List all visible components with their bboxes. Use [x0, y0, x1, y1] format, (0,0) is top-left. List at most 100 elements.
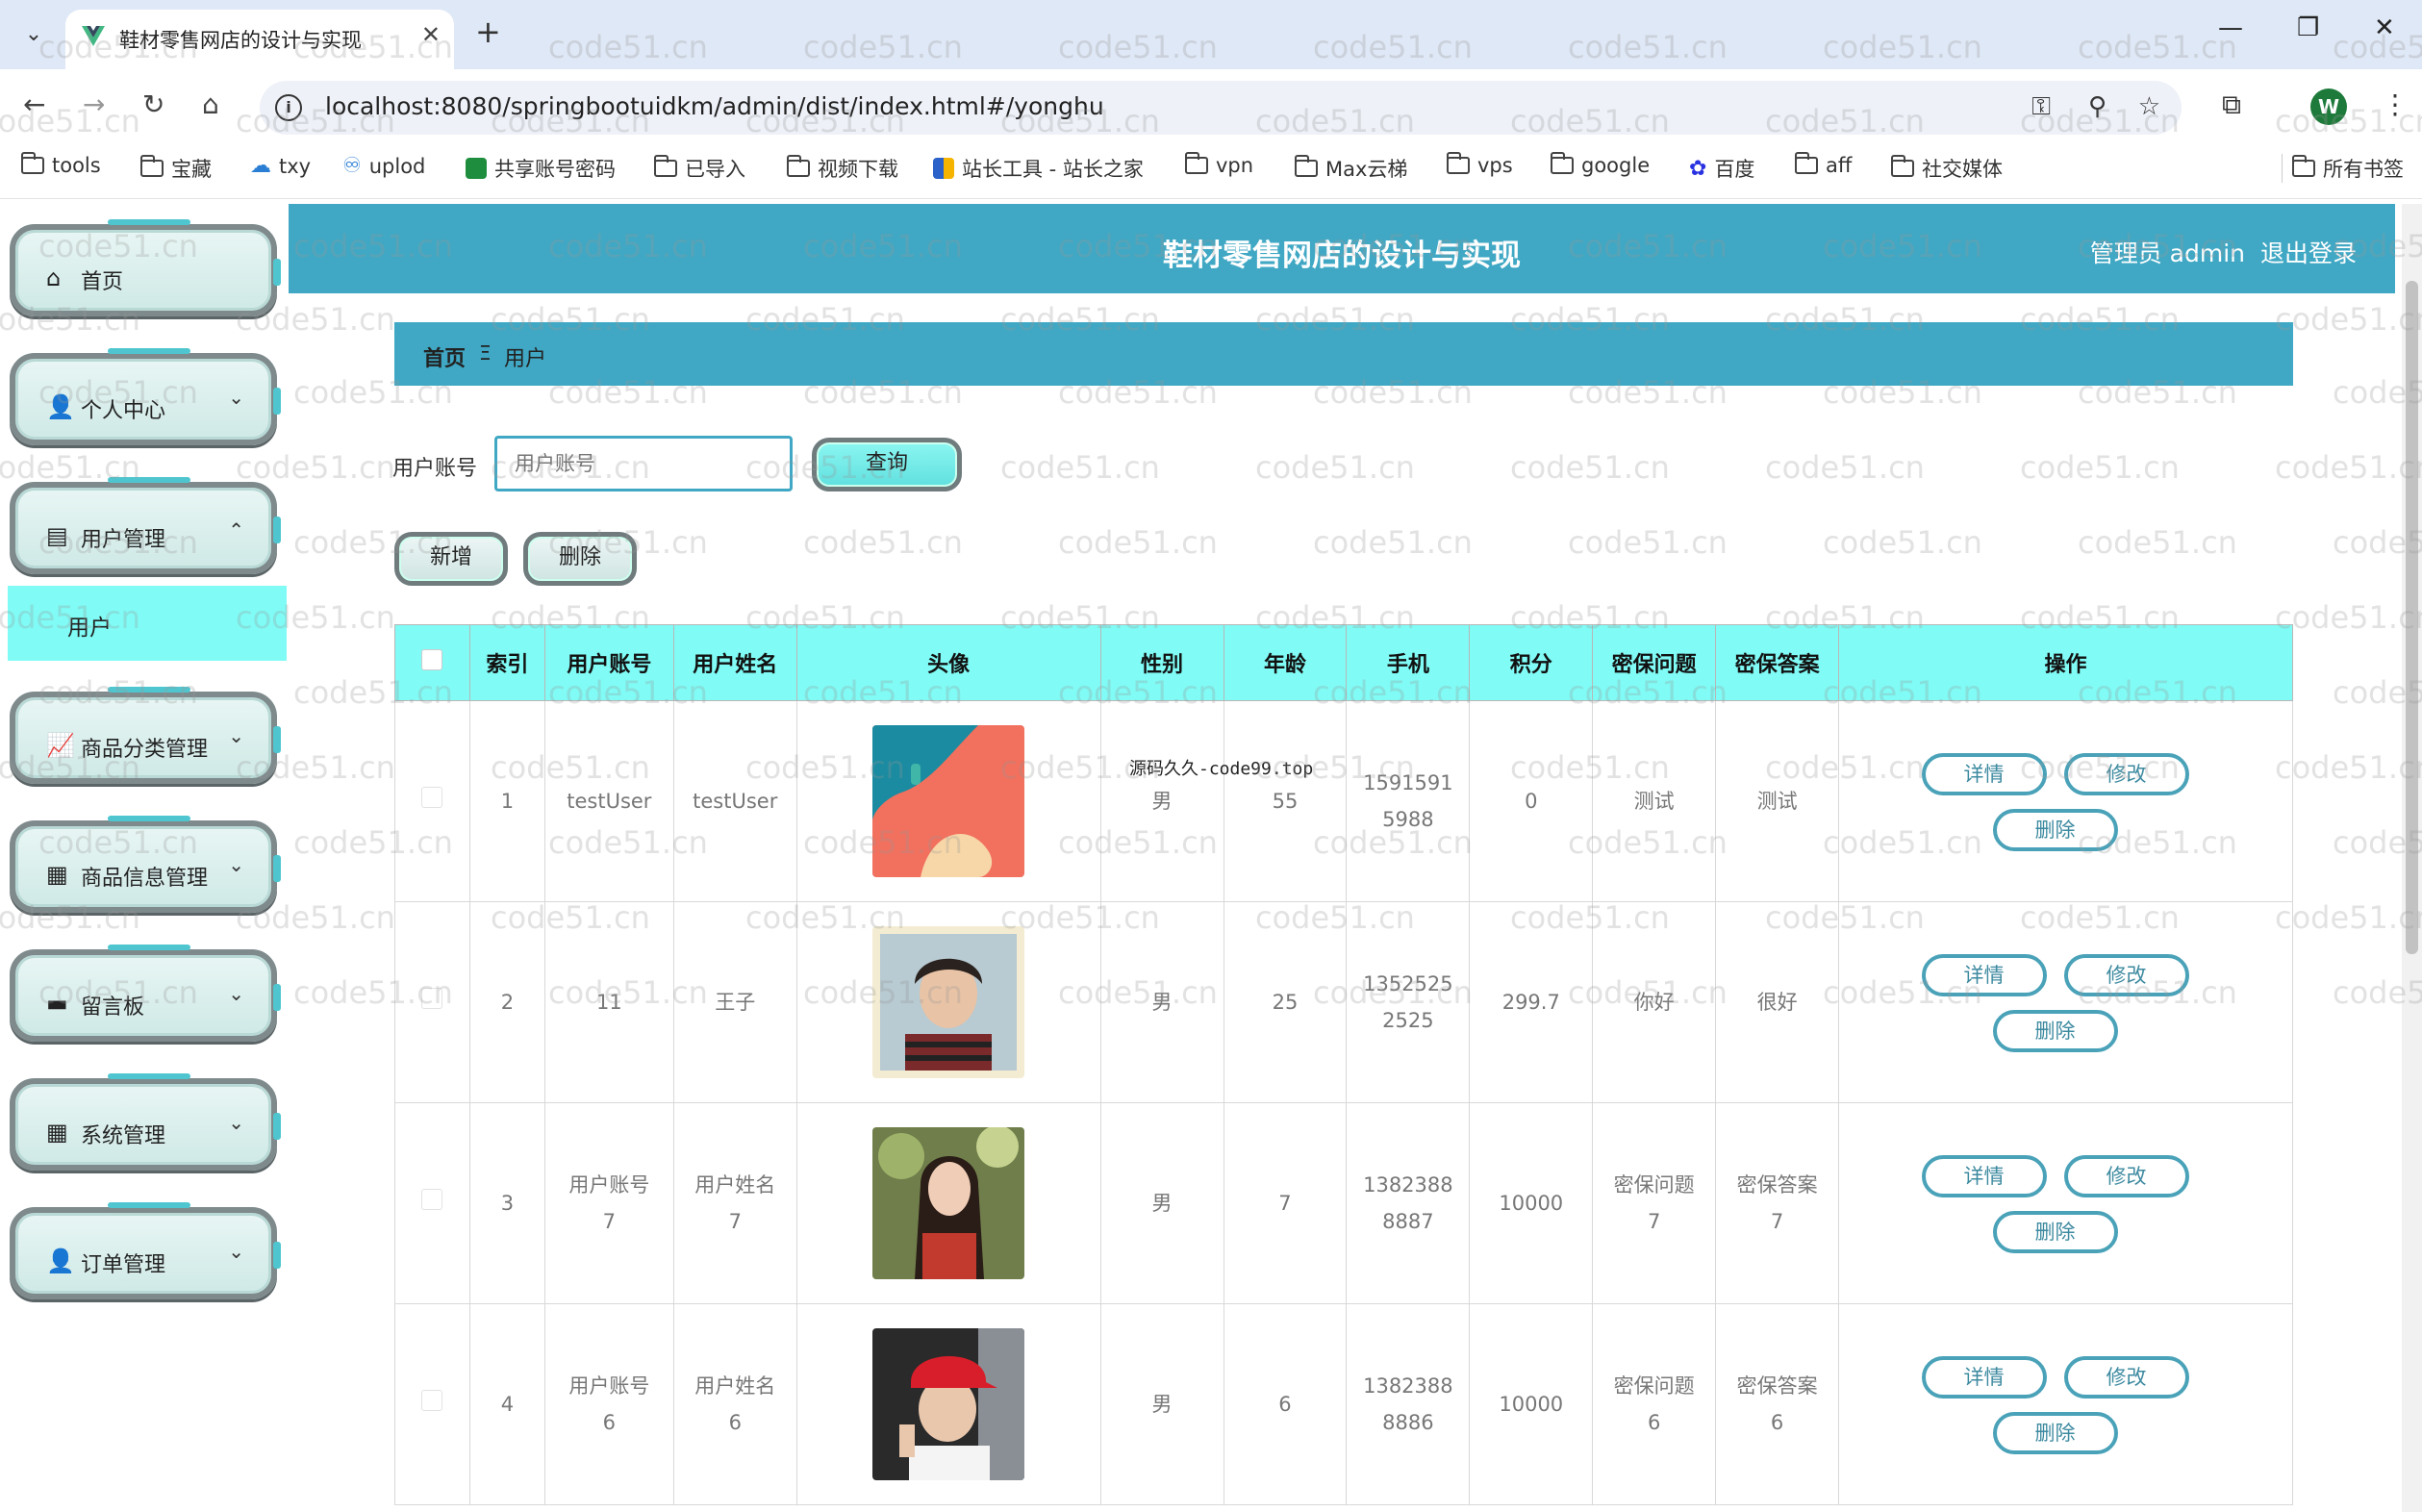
user-avatar-image [872, 725, 1025, 877]
sidebar-item-user-management[interactable]: ▤ 用户管理 ⌃ [10, 477, 281, 574]
row-delete-button[interactable]: 删除 [1992, 1211, 2118, 1253]
batch-delete-button[interactable]: 删除 [523, 532, 637, 586]
bookmark-txy[interactable]: ☁ txy [250, 154, 311, 178]
grid-icon: ▦ [46, 1119, 68, 1146]
row-select-cell [394, 901, 470, 1103]
bookmark-baozang[interactable]: 宝藏 [139, 154, 212, 183]
all-bookmarks[interactable]: 所有书签 [2282, 154, 2404, 183]
account-cell: 11 [543, 901, 674, 1103]
bookmark-aff[interactable]: aff [1794, 152, 1852, 177]
browser-menu-icon[interactable]: ⋮ [2382, 88, 2409, 120]
search-button[interactable]: 查询 [812, 438, 962, 491]
address-bar[interactable]: i localhost:8080/springbootuidkm/admin/d… [260, 81, 2182, 135]
bookmark-vpn[interactable]: vpn [1184, 152, 1253, 177]
sidebar-item-profile[interactable]: 👤 个人中心 ⌄ [10, 348, 281, 445]
watermark-text: code51.cn [1000, 449, 1160, 486]
bookmark-video-download[interactable]: 视频下载 [786, 154, 898, 183]
extensions-icon[interactable]: ⧉ [2222, 88, 2241, 121]
search-input[interactable] [494, 436, 793, 491]
breadcrumb-home[interactable]: 首页 [423, 341, 466, 372]
browser-tab-bar: ⌄ 鞋材零售网店的设计与实现 ✕ + — ❐ ✕ [0, 0, 2422, 69]
zoom-icon[interactable]: ⚲ [2088, 92, 2107, 121]
scrollbar-thumb[interactable] [2406, 281, 2418, 954]
row-checkbox[interactable] [421, 988, 443, 1009]
detail-button[interactable]: 详情 [1921, 1356, 2047, 1399]
detail-button[interactable]: 详情 [1921, 1155, 2047, 1197]
detail-button[interactable]: 详情 [1921, 954, 2047, 996]
browser-tab[interactable]: 鞋材零售网店的设计与实现 ✕ [65, 10, 454, 69]
account-cell: testUser [543, 700, 674, 902]
name-cell: 用户姓名6 [672, 1303, 797, 1505]
bookmark-star-icon[interactable]: ☆ [2138, 92, 2160, 121]
add-button[interactable]: 新增 [394, 532, 508, 586]
gender-cell: 男 [1099, 1303, 1224, 1505]
sheets-icon [466, 158, 487, 179]
row-checkbox[interactable] [421, 787, 443, 808]
bookmark-shared-passwords[interactable]: 共享账号密码 [466, 154, 616, 183]
select-all-cell [394, 624, 470, 701]
phone-cell: 13823888886 [1346, 1303, 1471, 1505]
account-cell: 用户账号7 [543, 1102, 674, 1304]
restore-icon[interactable]: ❐ [2297, 13, 2319, 42]
reload-icon[interactable]: ↻ [142, 88, 164, 120]
select-all-checkbox[interactable] [421, 649, 443, 670]
bookmark-uplod[interactable]: ♾ uplod [342, 154, 425, 178]
home-button-icon[interactable]: ⌂ [202, 88, 219, 120]
forward-icon[interactable]: → [83, 88, 105, 120]
phone-cell: 13525252525 [1346, 901, 1471, 1103]
bookmark-baidu[interactable]: ✿ 百度 [1689, 154, 1754, 183]
chevron-up-icon: ⌃ [228, 518, 244, 542]
edit-button[interactable]: 修改 [2063, 753, 2189, 795]
watermark-text: code51.cn [1313, 524, 1473, 561]
sidebar-item-category-management[interactable]: 📈 商品分类管理 ⌄ [10, 687, 281, 784]
bookmark-vps[interactable]: vps [1446, 152, 1513, 177]
watermark-text: code51.cn [1765, 449, 1925, 486]
sidebar-item-product-management[interactable]: ▦ 商品信息管理 ⌄ [10, 816, 281, 913]
answer-cell: 测试 [1715, 700, 1840, 902]
bookmark-max[interactable]: Max云梯 [1294, 154, 1407, 183]
edit-button[interactable]: 修改 [2063, 954, 2189, 996]
actions-cell: 详情 修改 删除 [1838, 1303, 2293, 1505]
row-delete-button[interactable]: 删除 [1992, 1412, 2118, 1454]
window-close-icon[interactable]: ✕ [2374, 13, 2395, 42]
account-cell: 用户账号6 [543, 1303, 674, 1505]
tab-close-icon[interactable]: ✕ [421, 21, 441, 48]
back-icon[interactable]: ← [23, 88, 45, 120]
sidebar-item-home[interactable]: ⌂ 首页 [10, 219, 281, 316]
bookmark-chinaz[interactable]: 站长工具 - 站长之家 [933, 154, 1144, 183]
site-info-icon[interactable]: i [275, 94, 302, 121]
logout-link[interactable]: 退出登录 [2260, 239, 2357, 267]
sidebar-item-system-management[interactable]: ▦ 系统管理 ⌄ [10, 1073, 281, 1171]
bookmark-google[interactable]: google [1550, 152, 1650, 177]
edit-button[interactable]: 修改 [2063, 1155, 2189, 1197]
watermark-text: code51.cn [2020, 449, 2180, 486]
url-text[interactable]: localhost:8080/springbootuidkm/admin/dis… [325, 92, 1104, 120]
minimize-icon[interactable]: — [2218, 13, 2243, 42]
folder-icon [1184, 152, 1208, 174]
folder-icon [1446, 152, 1470, 174]
detail-button[interactable]: 详情 [1921, 753, 2047, 795]
edit-button[interactable]: 修改 [2063, 1356, 2189, 1399]
row-delete-button[interactable]: 删除 [1992, 1010, 2118, 1052]
row-checkbox[interactable] [421, 1390, 443, 1411]
overlay-watermark-text: 源码久久-code99.top [1129, 759, 1314, 779]
submenu-item-user[interactable]: 用户 [8, 586, 287, 661]
bookmark-social[interactable]: 社交媒体 [1890, 154, 2003, 183]
gender-cell: 男 [1099, 901, 1224, 1103]
folder-icon [20, 152, 44, 174]
row-delete-button[interactable]: 删除 [1992, 809, 2118, 851]
password-key-icon[interactable]: ⚿ [2031, 92, 2051, 122]
sidebar-item-message-board[interactable]: ▬ 留言板 ⌄ [10, 945, 281, 1042]
bookmark-imported[interactable]: 已导入 [653, 154, 745, 183]
watermark-text: code51.cn [1058, 524, 1218, 561]
index-cell: 2 [468, 901, 545, 1103]
page-scrollbar[interactable] [2402, 204, 2422, 1512]
profile-avatar[interactable]: W [2310, 88, 2347, 125]
new-tab-icon[interactable]: + [475, 13, 501, 50]
sidebar-item-order-management[interactable]: 👤 订单管理 ⌄ [10, 1202, 281, 1299]
row-select-cell [394, 1303, 470, 1505]
folder-icon [139, 155, 164, 177]
tab-search-icon[interactable]: ⌄ [13, 13, 54, 54]
bookmark-tools[interactable]: tools [20, 152, 101, 177]
row-checkbox[interactable] [421, 1189, 443, 1210]
